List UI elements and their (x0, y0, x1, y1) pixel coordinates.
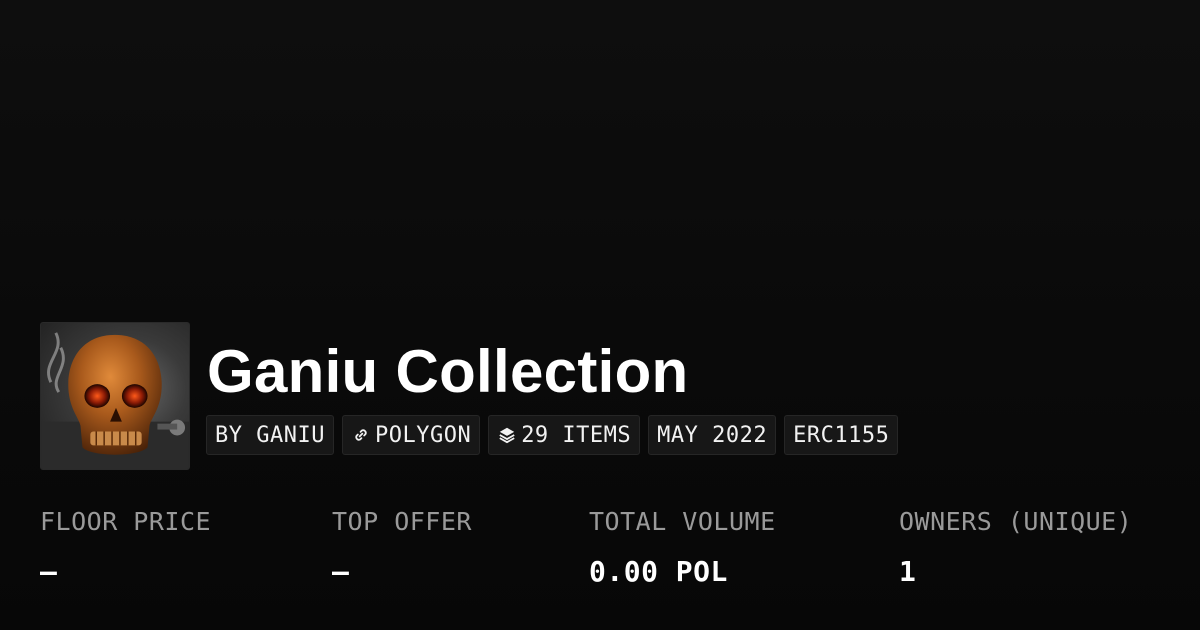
stat-owners: OWNERS (UNIQUE) 1 (899, 502, 1132, 602)
stat-label: FLOOR PRICE (40, 507, 212, 536)
collection-stats: FLOOR PRICE – TOP OFFER – TOTAL VOLUME 0… (0, 502, 1200, 602)
collection-avatar (40, 322, 190, 470)
stat-value: – (40, 555, 58, 588)
stat-value: 1 (899, 555, 917, 588)
stat-label: OWNERS (UNIQUE) (899, 507, 1133, 536)
link-icon (351, 425, 371, 445)
stat-floor-price: FLOOR PRICE – (40, 502, 211, 602)
stat-top-offer: TOP OFFER – (332, 502, 472, 602)
items-chip-label: 29 ITEMS (521, 422, 632, 448)
stat-total-volume: TOTAL VOLUME 0.00 POL (589, 502, 776, 602)
layers-icon (497, 425, 517, 445)
token-standard-chip: ERC1155 (784, 415, 899, 455)
stat-value: 0.00 POL (589, 555, 728, 588)
creator-chip-label: BY GANIU (215, 422, 325, 448)
chain-chip-label: POLYGON (374, 422, 472, 448)
created-date-chip: MAY 2022 (648, 415, 777, 455)
items-chip[interactable]: 29 ITEMS (488, 415, 641, 455)
created-date-chip-label: MAY 2022 (657, 422, 768, 448)
chain-chip[interactable]: POLYGON (341, 415, 481, 455)
skull-avatar-icon (41, 332, 189, 469)
stat-label: TOTAL VOLUME (589, 507, 776, 536)
stat-value: – (332, 555, 350, 588)
collection-title: Ganiu Collection (207, 338, 689, 405)
stat-label: TOP OFFER (332, 507, 472, 536)
token-standard-chip-label: ERC1155 (793, 422, 890, 448)
collection-share-card: Ganiu Collection BY GANIU POLYGON 29 ITE… (0, 0, 1200, 630)
creator-chip[interactable]: BY GANIU (206, 415, 334, 455)
collection-meta-chips: BY GANIU POLYGON 29 ITEMS MAY 2022 ERC11… (206, 415, 899, 455)
